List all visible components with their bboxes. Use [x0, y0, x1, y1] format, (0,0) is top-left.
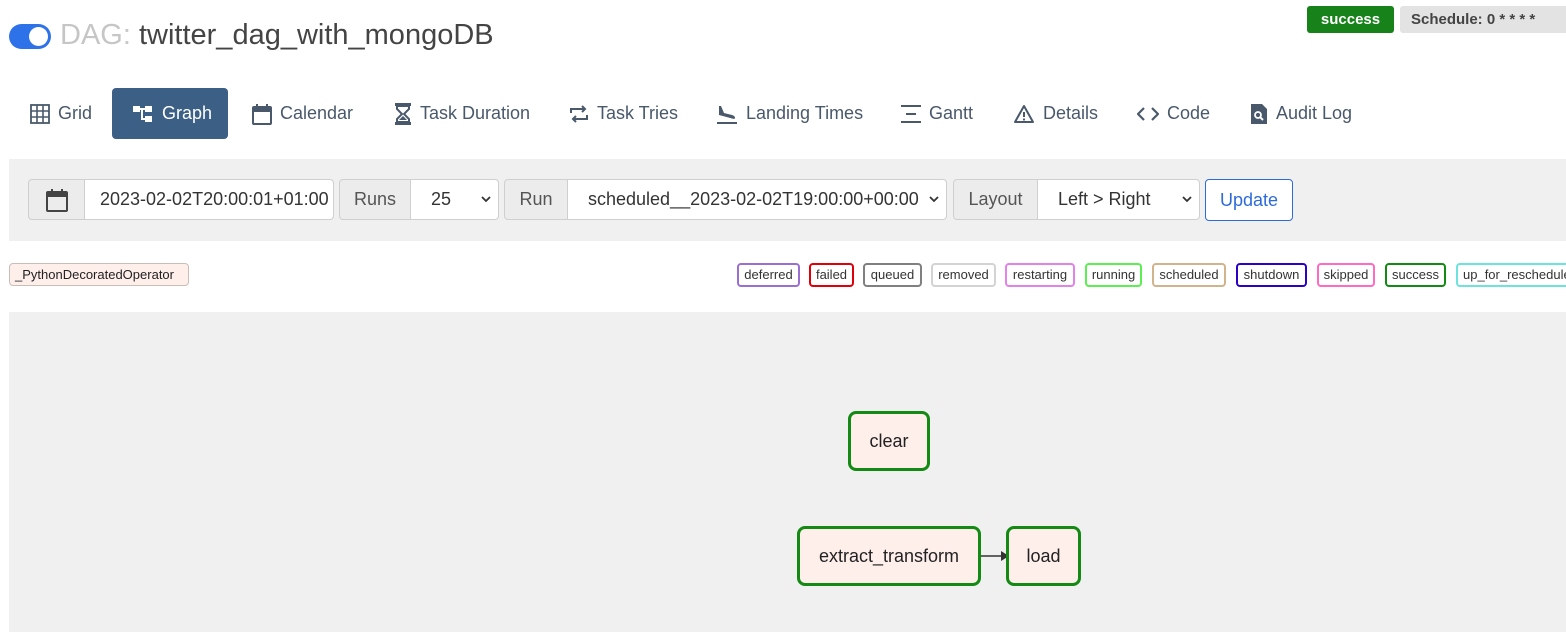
state-running[interactable]: running — [1085, 263, 1142, 287]
file-search-icon — [1251, 103, 1267, 124]
tab-label: Graph — [162, 103, 213, 123]
tab-label: Task Tries — [597, 103, 679, 123]
tab-label: Details — [1043, 103, 1099, 123]
chevron-down-icon — [1182, 196, 1192, 203]
page-title: DAG: twitter_dag_with_mongoDB — [60, 16, 494, 54]
layout-select[interactable]: Left > Right — [1037, 179, 1200, 220]
warning-icon — [1014, 104, 1034, 123]
tab-label: Grid — [58, 103, 93, 123]
run-value: scheduled__2023-02-02T19:00:00+00:00 — [588, 189, 919, 209]
task-node-extract-transform[interactable]: extract_transform — [797, 526, 981, 586]
state-up-for-reschedule[interactable]: up_for_reschedule — [1456, 263, 1566, 287]
state-queued[interactable]: queued — [863, 263, 922, 287]
toggle-knob — [29, 27, 48, 46]
state-removed[interactable]: removed — [931, 263, 996, 287]
state-scheduled[interactable]: scheduled — [1152, 263, 1226, 287]
gantt-icon — [901, 104, 921, 123]
task-node-load[interactable]: load — [1006, 526, 1081, 586]
tab-audit-log[interactable]: Audit Log — [1250, 88, 1352, 139]
runs-value: 25 — [431, 189, 452, 209]
calendar-icon — [45, 188, 68, 212]
tab-graph[interactable]: Graph — [112, 88, 228, 139]
tab-task-duration[interactable]: Task Duration — [394, 88, 530, 139]
chevron-down-icon — [481, 196, 491, 203]
task-node-clear[interactable]: clear — [848, 411, 930, 471]
status-badge: success — [1307, 6, 1394, 33]
update-button[interactable]: Update — [1205, 179, 1293, 221]
state-deferred[interactable]: deferred — [737, 263, 800, 287]
tab-grid[interactable]: Grid — [30, 88, 92, 139]
dag-pause-toggle[interactable] — [9, 24, 51, 49]
run-select[interactable]: scheduled__2023-02-02T19:00:00+00:00 — [567, 179, 947, 220]
state-success[interactable]: success — [1385, 263, 1446, 287]
state-shutdown[interactable]: shutdown — [1236, 263, 1307, 287]
runs-label: Runs — [339, 179, 411, 220]
runs-select[interactable]: 25 — [410, 179, 499, 220]
hourglass-icon — [395, 102, 411, 125]
grid-icon — [30, 103, 50, 124]
date-picker-button[interactable] — [28, 179, 85, 220]
tab-code[interactable]: Code — [1137, 88, 1210, 139]
base-date-input[interactable]: 2023-02-02T20:00:01+01:00 — [84, 179, 334, 220]
tab-landing-times[interactable]: Landing Times — [716, 88, 863, 139]
layout-label: Layout — [953, 179, 1038, 220]
run-label: Run — [504, 179, 568, 220]
retry-icon — [570, 104, 588, 123]
code-icon — [1137, 106, 1159, 121]
tab-task-tries[interactable]: Task Tries — [569, 88, 678, 139]
tab-label: Code — [1167, 103, 1211, 123]
dag-id: twitter_dag_with_mongoDB — [138, 19, 494, 51]
tab-label: Audit Log — [1276, 103, 1353, 123]
tab-calendar[interactable]: Calendar — [252, 88, 353, 139]
tab-label: Gantt — [929, 103, 974, 123]
graph-canvas[interactable]: clear extract_transform load — [9, 312, 1566, 632]
tab-label: Calendar — [280, 103, 354, 123]
state-restarting[interactable]: restarting — [1005, 263, 1075, 287]
dag-prefix: DAG: — [60, 19, 131, 51]
graph-controls: 2023-02-02T20:00:01+01:00 Runs 25 Run sc… — [9, 159, 1566, 241]
graph-icon — [133, 105, 152, 122]
tab-details[interactable]: Details — [1013, 88, 1098, 139]
tab-label: Task Duration — [420, 103, 531, 123]
plane-landing-icon — [717, 105, 737, 124]
chevron-down-icon — [929, 196, 939, 203]
schedule-badge: Schedule: 0 * * * * — [1400, 6, 1566, 33]
layout-value: Left > Right — [1058, 189, 1151, 209]
tab-gantt[interactable]: Gantt — [901, 88, 973, 139]
state-failed[interactable]: failed — [809, 263, 854, 287]
operator-legend: _PythonDecoratedOperator — [9, 263, 189, 286]
calendar-icon — [252, 103, 272, 125]
tab-label: Landing Times — [746, 103, 864, 123]
state-skipped[interactable]: skipped — [1317, 263, 1375, 287]
graph-edges — [980, 551, 1009, 561]
